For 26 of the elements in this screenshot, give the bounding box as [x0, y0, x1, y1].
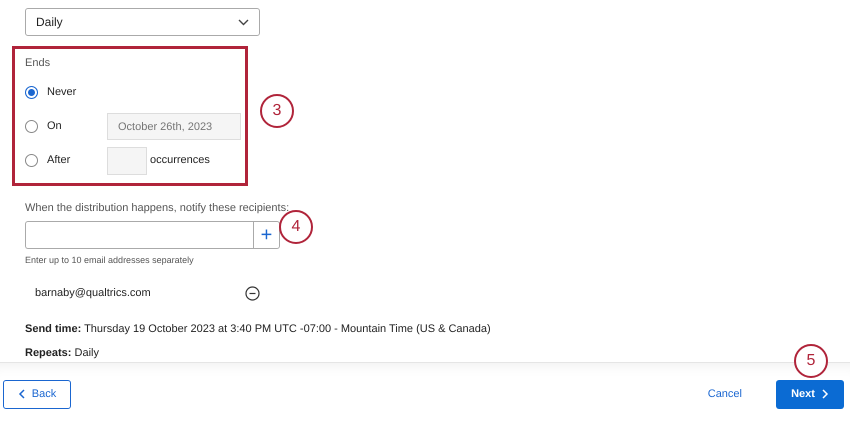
step-callout: 4 [279, 210, 313, 244]
chevron-icon [820, 389, 829, 399]
step-callout: 3 [260, 94, 294, 128]
date-field[interactable]: October 26th, 2023 [107, 113, 241, 140]
step-callout: 5 [794, 344, 828, 378]
radio-button[interactable] [25, 154, 38, 167]
back-button[interactable]: Back [3, 380, 71, 408]
next-button[interactable]: Next [776, 380, 844, 408]
repeats-dropdown[interactable]: Daily [25, 8, 260, 36]
chevron-icon [18, 389, 26, 399]
radio-button[interactable] [25, 86, 38, 99]
remove-icon[interactable] [245, 286, 260, 300]
recipient-email: barnaby@qualtrics.com [35, 286, 152, 301]
option-label: Never [47, 85, 78, 100]
ends-label: Ends [25, 56, 52, 71]
summary-text: Send time: Thursday 19 October 2023 at 3:40 PM UTC -07:00 - Mountain Time (US & Canada) [25, 322, 491, 337]
hint-text: Enter up to 10 email addresses separately [25, 254, 195, 267]
radio-button[interactable] [25, 120, 38, 133]
option-label: On [47, 119, 63, 134]
summary-text: Repeats: Daily [25, 346, 99, 360]
caret-icon [238, 18, 249, 26]
occurrences-label: occurrences [150, 153, 210, 168]
option-label: After [47, 153, 72, 168]
cancel-button[interactable]: Cancel [702, 384, 748, 404]
add-button[interactable]: + [253, 220, 280, 248]
occurrences-field[interactable] [107, 146, 147, 174]
